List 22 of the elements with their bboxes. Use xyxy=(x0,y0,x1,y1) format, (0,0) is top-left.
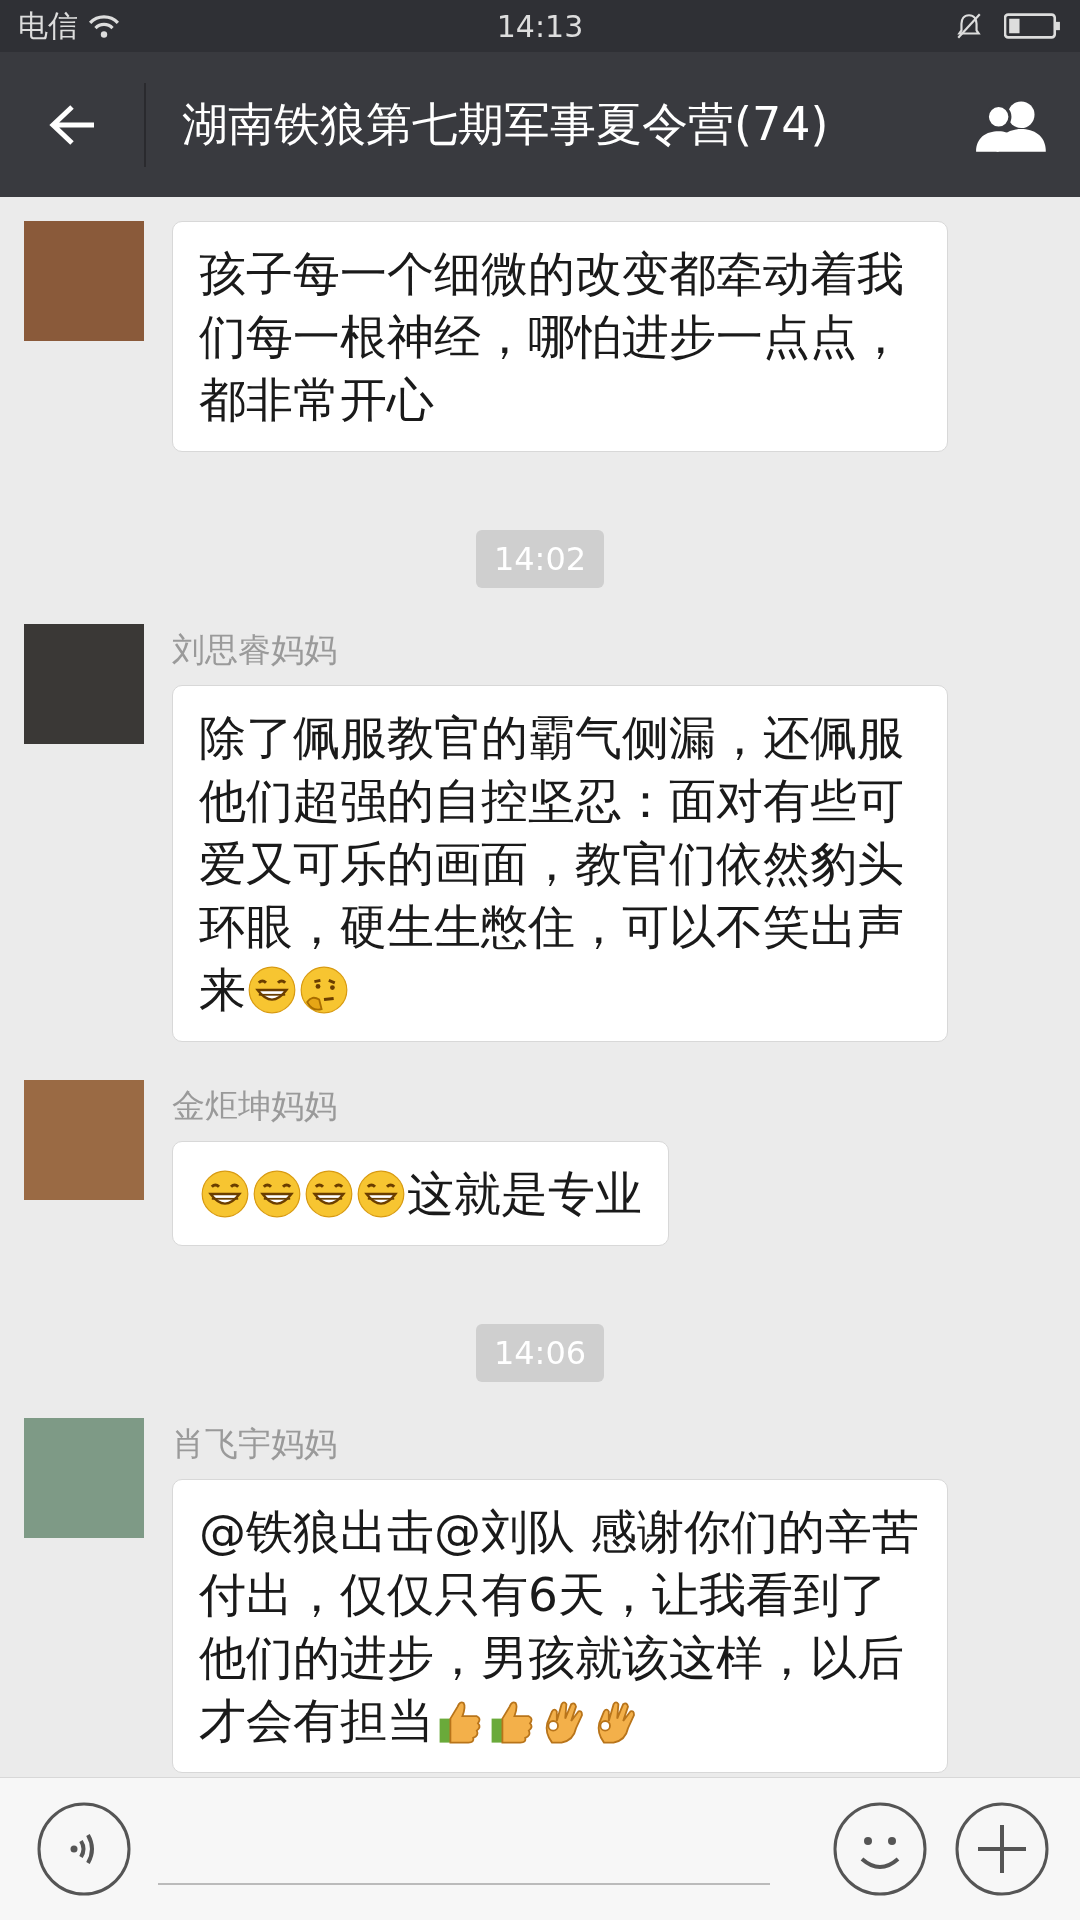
grinning-face-icon xyxy=(248,966,296,1014)
voice-button-icon[interactable] xyxy=(36,1801,132,1897)
sender-name: 金炬坤妈妈 xyxy=(172,1085,337,1127)
chat-title: 湖南铁狼第七期军事夏令营(74) xyxy=(182,95,830,153)
sender-name: 刘思睿妈妈 xyxy=(172,629,337,671)
grinning-face-icon xyxy=(357,1170,405,1218)
emoji-button-icon[interactable] xyxy=(832,1801,928,1897)
thinking-face-icon xyxy=(300,966,348,1014)
carrier-label: 电信 xyxy=(18,6,78,45)
battery-icon xyxy=(1004,12,1062,40)
message-bubble: 除了佩服教官的霸气侧漏，还佩服他们超强的自控坚忍：面对有些可爱又可乐的画面，教官们依然豹头环眼，硬生生憋住，可以不笑出声来 xyxy=(172,685,948,1042)
message-bubble: 这就是专业 xyxy=(172,1141,669,1246)
grinning-face-icon xyxy=(201,1170,249,1218)
message-bubble: @铁狼出击@刘队 感谢你们的辛苦付出，仅仅只有6天，让我看到了他们的进步，男孩就该这样，以后才会有担当 xyxy=(172,1479,948,1773)
plus-button-icon[interactable] xyxy=(954,1801,1050,1897)
message-bubble: 孩子每一个细微的改变都牵动着我们每一根神经，哪怕进步一点点，都非常开心 xyxy=(172,221,948,452)
clock: 14:13 xyxy=(496,8,584,44)
muted-bell-icon xyxy=(956,12,982,40)
wifi-icon xyxy=(88,14,120,38)
grinning-face-icon xyxy=(253,1170,301,1218)
sender-name: 肖飞宇妈妈 xyxy=(172,1423,337,1465)
grinning-face-icon xyxy=(305,1170,353,1218)
